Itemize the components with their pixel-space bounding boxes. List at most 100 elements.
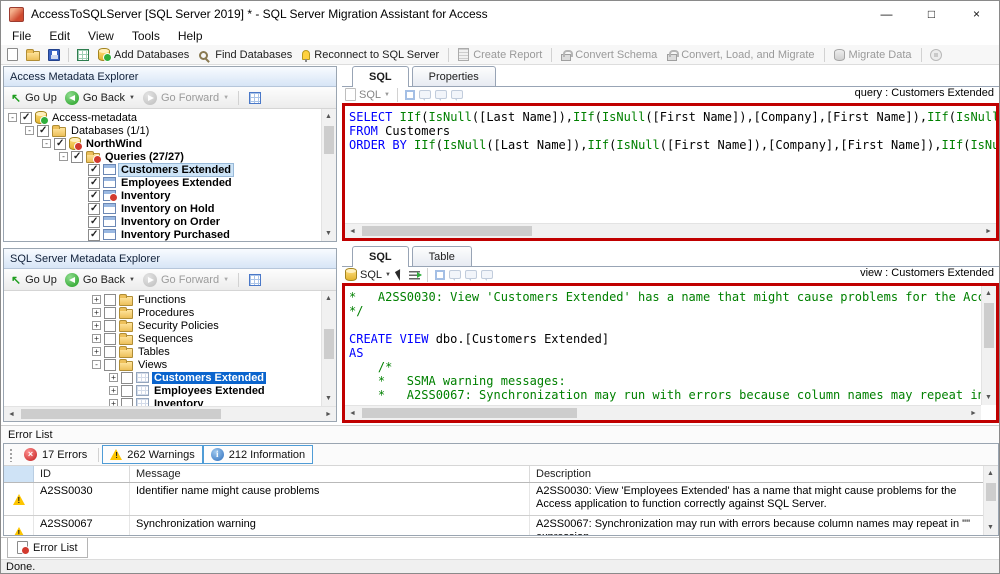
menu-item-tools[interactable]: Tools: [123, 28, 169, 44]
scrollbar-thumb[interactable]: [21, 409, 221, 419]
scroll-right-icon[interactable]: [321, 407, 336, 422]
checkbox[interactable]: [121, 398, 133, 407]
close-icon[interactable]: ×: [954, 1, 999, 27]
expand-icon[interactable]: +: [92, 347, 101, 356]
menu-item-help[interactable]: Help: [169, 28, 212, 44]
checkbox[interactable]: [88, 229, 100, 241]
scrollbar-thumb[interactable]: [362, 226, 532, 236]
tree-item[interactable]: Inventory: [4, 189, 336, 202]
expand-icon[interactable]: +: [109, 373, 118, 382]
checkbox[interactable]: [121, 385, 133, 397]
view-options-button[interactable]: [246, 91, 264, 105]
scroll-down-icon[interactable]: [983, 520, 998, 535]
migrate-data-button[interactable]: Migrate Data: [830, 48, 916, 62]
checkbox[interactable]: [88, 177, 100, 189]
tree-item[interactable]: -NorthWind: [4, 137, 336, 150]
vertical-scrollbar[interactable]: [981, 286, 996, 405]
tree-item[interactable]: -Views: [4, 358, 336, 371]
tree-item[interactable]: -Queries (27/27): [4, 150, 336, 163]
open-project-button[interactable]: [23, 48, 43, 62]
expand-icon[interactable]: +: [92, 295, 101, 304]
vertical-scrollbar[interactable]: [321, 109, 336, 241]
comment-badge-button[interactable]: [481, 270, 493, 279]
expand-icon[interactable]: +: [109, 386, 118, 395]
scroll-down-icon[interactable]: [981, 390, 996, 405]
tree-item[interactable]: Inventory Purchased: [4, 228, 336, 241]
tree-item[interactable]: +Procedures: [4, 306, 336, 319]
go-up-button[interactable]: Go Up: [9, 273, 59, 287]
menu-item-edit[interactable]: Edit: [40, 28, 79, 44]
stop-button[interactable]: [927, 48, 945, 62]
scroll-down-icon[interactable]: [321, 391, 336, 406]
menu-item-view[interactable]: View: [79, 28, 123, 44]
scrollbar-thumb[interactable]: [324, 329, 334, 359]
checkbox[interactable]: [104, 294, 116, 306]
scroll-up-icon[interactable]: [981, 286, 996, 301]
expand-icon[interactable]: +: [92, 308, 101, 317]
description-column-header[interactable]: Description: [530, 466, 998, 482]
tab-properties[interactable]: Properties: [412, 66, 496, 86]
tree-item[interactable]: +Sequences: [4, 332, 336, 345]
go-back-button[interactable]: Go Back: [63, 272, 137, 288]
find-databases-button[interactable]: Find Databases: [195, 48, 296, 62]
checkbox[interactable]: [104, 307, 116, 319]
tree-item[interactable]: Employees Extended: [4, 176, 336, 189]
comment-button[interactable]: [419, 90, 431, 99]
table-row[interactable]: A2SS0030Identifier name might cause prob…: [4, 483, 998, 516]
vertical-scrollbar[interactable]: [321, 291, 336, 406]
scroll-up-icon[interactable]: [321, 291, 336, 306]
horizontal-scrollbar[interactable]: [345, 223, 996, 238]
tree-item[interactable]: +Tables: [4, 345, 336, 358]
comment-badge-button[interactable]: [451, 90, 463, 99]
severity-column-header[interactable]: [4, 466, 34, 482]
save-project-button[interactable]: [45, 48, 63, 62]
checkbox[interactable]: [88, 164, 100, 176]
scroll-left-icon[interactable]: [345, 224, 360, 239]
tab-table[interactable]: Table: [412, 246, 472, 266]
goto-declaration-button[interactable]: [409, 269, 420, 280]
expand-icon[interactable]: +: [109, 399, 118, 406]
query-sql-editor[interactable]: SELECT IIf(IsNull([Last Name]),IIf(IsNul…: [342, 103, 999, 241]
scrollbar-thumb[interactable]: [984, 303, 994, 348]
checkbox[interactable]: [20, 112, 32, 124]
reconnect-button[interactable]: Reconnect to SQL Server: [298, 48, 443, 62]
errors-filter-button[interactable]: 17 Errors: [16, 445, 95, 464]
horizontal-scrollbar[interactable]: [4, 406, 336, 421]
sql-mode-button[interactable]: SQL: [345, 88, 390, 101]
checkbox[interactable]: [37, 125, 49, 137]
collapse-icon[interactable]: -: [92, 360, 101, 369]
checkbox[interactable]: [71, 151, 83, 163]
comment-add-button[interactable]: [435, 90, 447, 99]
horizontal-scrollbar[interactable]: [345, 405, 981, 420]
scroll-up-icon[interactable]: [321, 109, 336, 124]
view-sql-editor[interactable]: * A2SS0030: View 'Customers Extended' ha…: [342, 283, 999, 423]
maximize-icon[interactable]: □: [909, 1, 954, 27]
tree-item[interactable]: +Employees Extended: [4, 384, 336, 397]
expand-icon[interactable]: +: [92, 321, 101, 330]
convert-schema-button[interactable]: Convert Schema: [557, 48, 661, 62]
collapse-icon[interactable]: -: [25, 126, 34, 135]
go-back-button[interactable]: Go Back: [63, 90, 137, 106]
tree-item[interactable]: -Databases (1/1): [4, 124, 336, 137]
collapse-icon[interactable]: -: [59, 152, 68, 161]
tab-sql[interactable]: SQL: [352, 66, 409, 87]
collapse-icon[interactable]: -: [42, 139, 51, 148]
scroll-right-icon[interactable]: [981, 224, 996, 239]
tree-item[interactable]: +Inventory: [4, 397, 336, 406]
tree-item[interactable]: +Customers Extended: [4, 371, 336, 384]
select-region-button[interactable]: [405, 90, 415, 100]
expand-icon[interactable]: +: [92, 334, 101, 343]
vertical-scrollbar[interactable]: [983, 466, 998, 535]
scroll-up-icon[interactable]: [983, 466, 998, 481]
checkbox[interactable]: [54, 138, 66, 150]
scroll-left-icon[interactable]: [4, 407, 19, 422]
checkbox[interactable]: [88, 203, 100, 215]
checkbox[interactable]: [104, 333, 116, 345]
minimize-icon[interactable]: —: [864, 1, 909, 27]
export-grid-button[interactable]: [74, 48, 92, 62]
checkbox[interactable]: [88, 216, 100, 228]
menu-item-file[interactable]: File: [3, 28, 40, 44]
convert-load-migrate-button[interactable]: Convert, Load, and Migrate: [663, 48, 818, 62]
table-row[interactable]: A2SS0067Synchronization warningA2SS0067:…: [4, 516, 998, 535]
id-column-header[interactable]: ID: [34, 466, 130, 482]
